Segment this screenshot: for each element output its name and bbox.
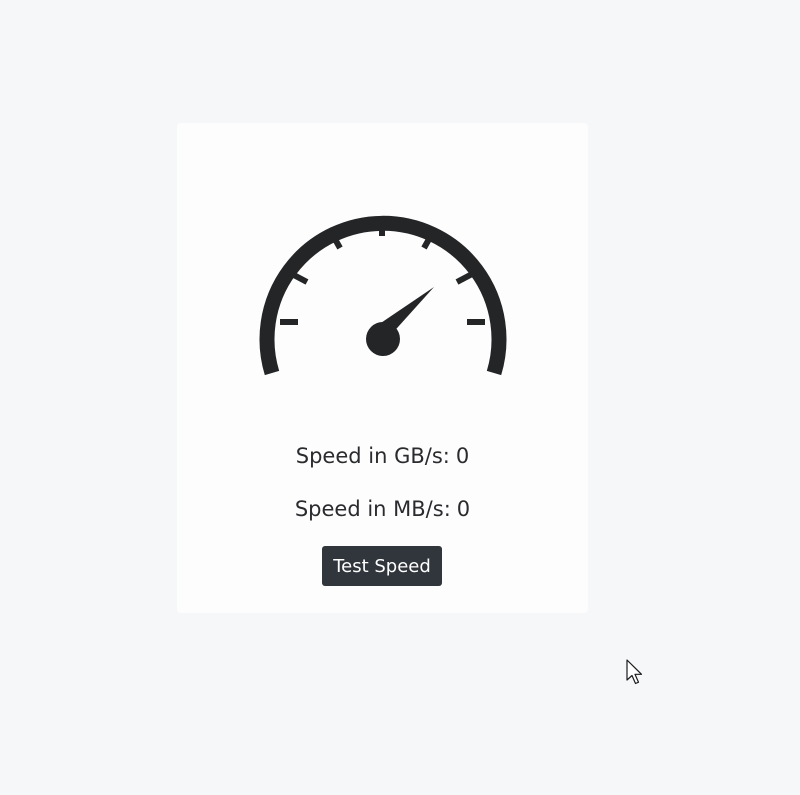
speed-gb-value: 0 (455, 444, 470, 468)
mouse-cursor-icon (626, 659, 643, 685)
test-speed-button[interactable]: Test Speed (322, 546, 442, 586)
speed-mb-label: Speed in MB/s: (294, 497, 451, 521)
speed-mb-readout: Speed in MB/s: 0 (177, 496, 588, 522)
speedometer-icon (259, 215, 507, 376)
speed-mb-value: 0 (456, 497, 471, 521)
speed-gb-label: Speed in GB/s: (295, 444, 450, 468)
page: Speed in GB/s: 0 Speed in MB/s: 0 Test Spe… (0, 0, 800, 795)
speed-gb-readout: Speed in GB/s: 0 (177, 443, 588, 469)
